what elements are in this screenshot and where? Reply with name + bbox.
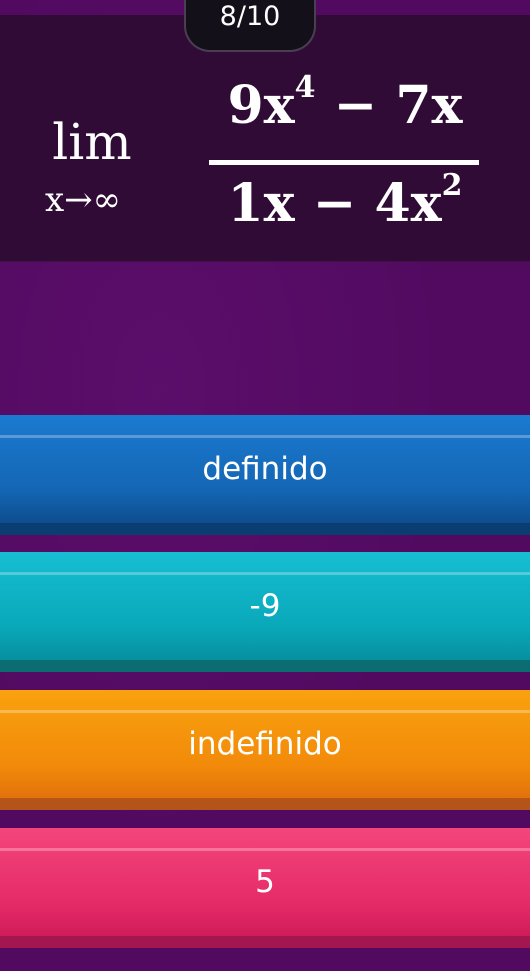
answer-option-definido[interactable]: definido [0, 415, 530, 535]
numerator-rest: − 7x [315, 75, 463, 136]
answer-option-label: definido [202, 451, 328, 487]
answer-option-label: 5 [255, 864, 275, 900]
fraction-numerator: 9x4 − 7x [200, 73, 490, 137]
fraction-denominator: 1x − 4x2 [200, 171, 490, 235]
denominator-term: 1x − 4x [227, 173, 442, 234]
answer-option-label: -9 [249, 588, 281, 624]
answer-option-label: indefinido [188, 726, 342, 762]
fraction-bar [209, 160, 479, 165]
question-counter: 8/10 [184, 0, 316, 52]
numerator-term: 9x [227, 75, 295, 136]
answer-option-minus-9[interactable]: -9 [0, 552, 530, 672]
answer-option-indefinido[interactable]: indefinido [0, 690, 530, 810]
numerator-exponent: 4 [294, 70, 316, 105]
answer-option-5[interactable]: 5 [0, 828, 530, 948]
denominator-exponent: 2 [441, 168, 463, 203]
quiz-screen: 8/10 lim x→∞ 9x4 − 7x 1x − 4x2 definido … [0, 0, 530, 971]
lim-subscript: x→∞ [45, 180, 121, 220]
lim-operator: lim [52, 113, 132, 171]
